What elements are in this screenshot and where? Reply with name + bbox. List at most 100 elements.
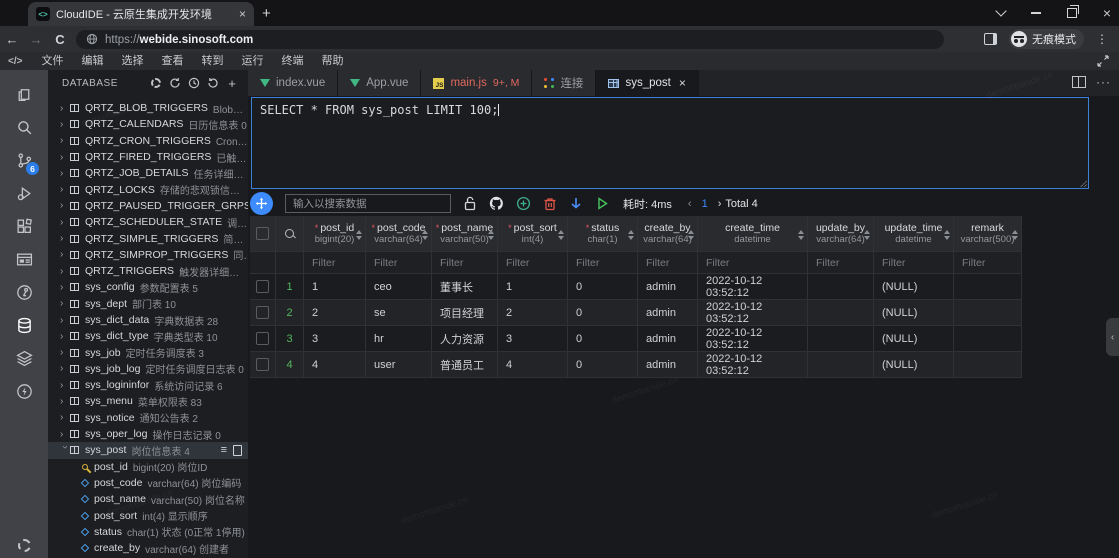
search-input[interactable]	[285, 194, 451, 213]
search-icon[interactable]	[7, 111, 41, 144]
checkbox[interactable]	[256, 358, 269, 371]
menu-item-终端[interactable]: 终端	[272, 52, 312, 70]
tab-main.js[interactable]: JSmain.js9+, M	[421, 70, 532, 96]
cell-post_id[interactable]: 3	[304, 326, 366, 352]
sort-icon[interactable]	[798, 227, 804, 243]
tree-item-QRTZ_JOB_DETAILS[interactable]: ›QRTZ_JOB_DETAILS任务详细信息...	[48, 165, 248, 181]
cell-post_code[interactable]: se	[366, 300, 432, 326]
tree-item-sys_job_log[interactable]: ›sys_job_log定时任务调度日志表 0	[48, 361, 248, 377]
tree-item-sys_menu[interactable]: ›sys_menu菜单权限表 83	[48, 393, 248, 409]
page-number[interactable]: 1	[702, 198, 708, 210]
cell-post_name[interactable]: 普通员工	[432, 352, 498, 378]
prev-page-icon[interactable]: ‹	[688, 198, 692, 210]
cell-post_sort[interactable]: 3	[498, 326, 568, 352]
table-menu-icon[interactable]: ≡	[221, 444, 227, 456]
checkbox[interactable]	[256, 280, 269, 293]
site-info-icon[interactable]	[86, 33, 98, 45]
filter-cell-post_name[interactable]: Filter	[432, 252, 498, 274]
cell-post_id[interactable]: 4	[304, 352, 366, 378]
cell-post_name[interactable]: 人力资源	[432, 326, 498, 352]
cell-create_time[interactable]: 2022-10-12 03:52:12	[698, 274, 808, 300]
table-row[interactable]: 44user普通员工40admin2022-10-12 03:52:12(NUL…	[250, 352, 1022, 378]
table-row[interactable]: 22se项目经理20admin2022-10-12 03:52:12(NULL)	[250, 300, 1022, 326]
menu-item-帮助[interactable]: 帮助	[312, 52, 352, 70]
database-icon[interactable]	[7, 309, 41, 342]
column-header-create_by[interactable]: create_byvarchar(64)	[638, 216, 698, 252]
column-header-post_code[interactable]: *post_codevarchar(64)	[366, 216, 432, 252]
column-header-create_time[interactable]: create_timedatetime	[698, 216, 808, 252]
cell-remark[interactable]	[954, 326, 1022, 352]
browser-tab[interactable]: <> CloudIDE - 云原生集成开发环境 ×	[28, 2, 254, 26]
cell-status[interactable]: 0	[568, 274, 638, 300]
tab-index.vue[interactable]: index.vue	[248, 70, 338, 96]
cell-remark[interactable]	[954, 300, 1022, 326]
cell-status[interactable]: 0	[568, 300, 638, 326]
tree-item-create_by[interactable]: create_byvarchar(64) 创建者	[48, 540, 248, 556]
cell-post_id[interactable]: 2	[304, 300, 366, 326]
cell-post_code[interactable]: ceo	[366, 274, 432, 300]
tree-item-QRTZ_SCHEDULER_STATE[interactable]: ›QRTZ_SCHEDULER_STATE调度器状...	[48, 214, 248, 230]
select-all-cell[interactable]	[250, 216, 276, 252]
github-icon[interactable]	[489, 196, 504, 211]
tree-item-status[interactable]: statuschar(1) 状态 (0正常 1停用)	[48, 524, 248, 540]
tree-item-QRTZ_SIMPROP_TRIGGERS[interactable]: ›QRTZ_SIMPROP_TRIGGERS同步机...	[48, 247, 248, 263]
filter-cell-post_id[interactable]: Filter	[304, 252, 366, 274]
explorer-icon[interactable]	[7, 78, 41, 111]
tree-item-QRTZ_CALENDARS[interactable]: ›QRTZ_CALENDARS日历信息表 0	[48, 116, 248, 132]
filter-cell-post_sort[interactable]: Filter	[498, 252, 568, 274]
run-icon[interactable]	[595, 196, 609, 211]
row-select-cell[interactable]	[250, 352, 276, 378]
cell-create_by[interactable]: admin	[638, 274, 698, 300]
sort-icon[interactable]	[356, 227, 362, 243]
column-header-post_name[interactable]: *post_namevarchar(50)	[432, 216, 498, 252]
cell-create_by[interactable]: admin	[638, 326, 698, 352]
cell-post_sort[interactable]: 4	[498, 352, 568, 378]
restore-icon[interactable]	[1067, 8, 1077, 18]
cell-remark[interactable]	[954, 274, 1022, 300]
cell-create_by[interactable]: admin	[638, 352, 698, 378]
unlock-icon[interactable]	[463, 196, 477, 211]
window-menu-icon[interactable]	[995, 5, 1006, 16]
menu-item-查看[interactable]: 查看	[152, 52, 192, 70]
cell-status[interactable]: 0	[568, 326, 638, 352]
cell-update_by[interactable]	[808, 274, 874, 300]
cell-status[interactable]: 0	[568, 352, 638, 378]
cell-post_name[interactable]: 项目经理	[432, 300, 498, 326]
tree-item-QRTZ_TRIGGERS[interactable]: ›QRTZ_TRIGGERS触发器详细信息表 3	[48, 263, 248, 279]
filter-cell-status[interactable]: Filter	[568, 252, 638, 274]
tree-item-sys_dept[interactable]: ›sys_dept部门表 10	[48, 296, 248, 312]
api-tool-icon[interactable]	[7, 276, 41, 309]
reload-icon[interactable]: C	[48, 32, 72, 47]
incognito-badge[interactable]: 无痕模式	[1009, 29, 1084, 49]
table-row[interactable]: 33hr人力资源30admin2022-10-12 03:52:12(NULL)	[250, 326, 1022, 352]
extensions-icon[interactable]	[7, 210, 41, 243]
cell-update_time[interactable]: (NULL)	[874, 274, 954, 300]
panel-refresh-icon[interactable]	[205, 75, 221, 91]
sql-editor[interactable]: SELECT * FROM sys_post LIMIT 100;	[251, 97, 1089, 189]
cell-post_code[interactable]: hr	[366, 326, 432, 352]
sort-icon[interactable]	[688, 227, 694, 243]
add-row-icon[interactable]	[516, 196, 531, 211]
row-select-cell[interactable]	[250, 326, 276, 352]
url-bar[interactable]: https://webide.sinosoft.com	[76, 30, 944, 49]
menu-item-转到[interactable]: 转到	[192, 52, 232, 70]
minimize-icon[interactable]	[1031, 12, 1041, 14]
source-control-icon[interactable]: 6	[7, 144, 41, 177]
cell-post_code[interactable]: user	[366, 352, 432, 378]
tree-item-QRTZ_PAUSED_TRIGGER_GRPS[interactable]: ›QRTZ_PAUSED_TRIGGER_GRPS暂...	[48, 198, 248, 214]
cell-post_sort[interactable]: 2	[498, 300, 568, 326]
tree-item-sys_config[interactable]: ›sys_config参数配置表 5	[48, 279, 248, 295]
cell-post_name[interactable]: 董事长	[432, 274, 498, 300]
cell-remark[interactable]	[954, 352, 1022, 378]
browser-menu-icon[interactable]: ⋮	[1096, 32, 1109, 46]
table-row[interactable]: 11ceo董事长10admin2022-10-12 03:52:12(NULL)	[250, 274, 1022, 300]
tree-item-post_code[interactable]: post_codevarchar(64) 岗位编码	[48, 475, 248, 491]
column-header-post_id[interactable]: *post_idbigint(20)	[304, 216, 366, 252]
back-icon[interactable]: ←	[0, 32, 24, 47]
column-header-post_sort[interactable]: *post_sortint(4)	[498, 216, 568, 252]
filter-cell-create_by[interactable]: Filter	[638, 252, 698, 274]
column-header-update_time[interactable]: update_timedatetime	[874, 216, 954, 252]
row-select-cell[interactable]	[250, 300, 276, 326]
filter-cell-post_code[interactable]: Filter	[366, 252, 432, 274]
cell-update_by[interactable]	[808, 326, 874, 352]
